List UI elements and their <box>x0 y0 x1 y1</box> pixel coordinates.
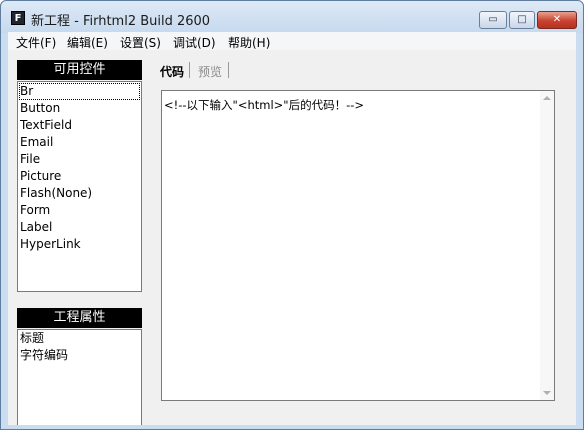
properties-list[interactable]: 标题 字符编码 <box>17 329 142 425</box>
list-item[interactable]: Label <box>18 219 141 236</box>
scroll-up-icon[interactable] <box>543 96 551 100</box>
app-icon: F <box>11 11 25 25</box>
properties-panel-title: 工程属性 <box>17 308 142 328</box>
list-item[interactable]: Picture <box>18 168 141 185</box>
tab-divider <box>228 62 229 78</box>
scroll-down-icon[interactable] <box>543 391 551 395</box>
tab-code[interactable]: 代码 <box>160 63 184 80</box>
list-item[interactable]: Email <box>18 134 141 151</box>
list-item[interactable]: File <box>18 151 141 168</box>
list-item[interactable]: HyperLink <box>18 236 141 253</box>
menu-edit[interactable]: 编辑(E) <box>67 34 108 51</box>
controls-list[interactable]: Br Button TextField Email File Picture F… <box>17 81 142 292</box>
code-editor[interactable]: <!--以下输入"<html>"后的代码！--> <box>161 90 555 401</box>
controls-panel-title: 可用控件 <box>17 60 142 80</box>
tab-preview[interactable]: 预览 <box>198 63 222 80</box>
menu-bar: 文件(F) 编辑(E) 设置(S) 调试(D) 帮助(H) <box>8 32 576 50</box>
tab-divider <box>189 62 190 78</box>
window-title: 新工程 - Firhtml2 Build 2600 <box>31 14 211 29</box>
list-item[interactable]: Form <box>18 202 141 219</box>
menu-file[interactable]: 文件(F) <box>16 34 56 51</box>
list-item[interactable]: Flash(None) <box>18 185 141 202</box>
close-button[interactable]: ✕ <box>537 11 577 29</box>
editor-content[interactable]: <!--以下输入"<html>"后的代码！--> <box>164 97 364 113</box>
main-area: 可用控件 Br Button TextField Email File Pict… <box>8 50 576 425</box>
property-item[interactable]: 标题 <box>18 330 141 347</box>
minimize-button[interactable]: ▭ <box>479 11 507 29</box>
menu-help[interactable]: 帮助(H) <box>228 34 270 51</box>
list-item[interactable]: Button <box>18 100 141 117</box>
menu-settings[interactable]: 设置(S) <box>120 34 161 51</box>
maximize-button[interactable]: □ <box>509 11 535 29</box>
title-bar[interactable]: F 新工程 - Firhtml2 Build 2600 ▭ □ ✕ <box>1 1 583 33</box>
app-window: F 新工程 - Firhtml2 Build 2600 ▭ □ ✕ 文件(F) … <box>0 0 584 430</box>
property-item[interactable]: 字符编码 <box>18 347 141 364</box>
list-item[interactable]: TextField <box>18 117 141 134</box>
list-item[interactable]: Br <box>19 83 140 100</box>
vertical-scrollbar[interactable] <box>540 91 554 400</box>
menu-debug[interactable]: 调试(D) <box>173 34 216 51</box>
